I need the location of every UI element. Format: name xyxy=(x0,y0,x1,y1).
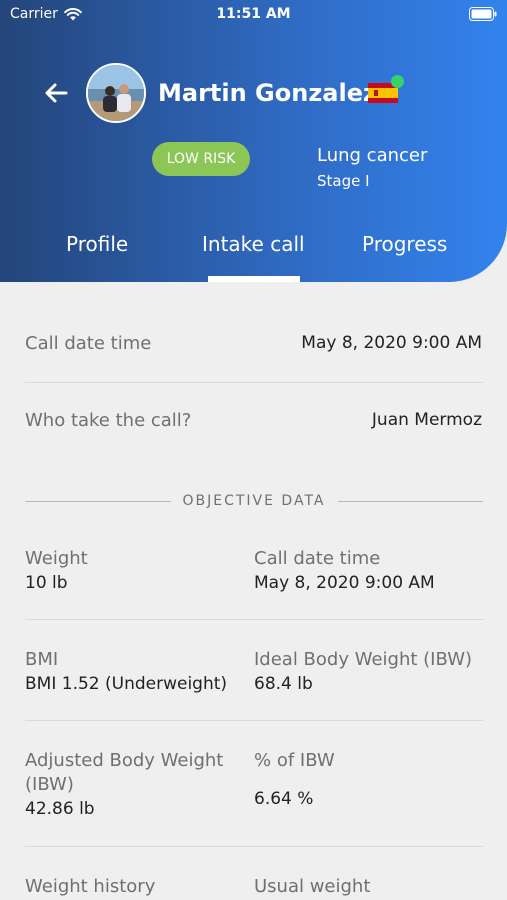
tab-progress[interactable]: Progress xyxy=(362,232,447,256)
pct-ibw-field: % of IBW 6.64 % xyxy=(254,749,335,811)
adjusted-body-weight-value: 42.86 lb xyxy=(25,799,95,819)
tab-intake-call[interactable]: Intake call xyxy=(202,232,305,256)
weight-label: Weight xyxy=(25,548,88,569)
adjusted-body-weight-label-line1: Adjusted Body Weight xyxy=(25,750,224,771)
ibw-value: 68.4 lb xyxy=(254,674,313,694)
ibw-label: Ideal Body Weight (IBW) xyxy=(254,649,473,670)
avatar[interactable] xyxy=(86,63,146,123)
stage-label: Stage I xyxy=(317,172,370,190)
usual-weight-field: Usual weight xyxy=(254,875,370,899)
ibw-field: Ideal Body Weight (IBW) 68.4 lb xyxy=(254,648,472,696)
row-divider xyxy=(25,619,483,620)
online-status-dot xyxy=(391,75,404,88)
objective-data-section-header: OBJECTIVE DATA xyxy=(25,490,483,512)
call-date-value[interactable]: May 8, 2020 9:00 AM xyxy=(301,333,482,353)
battery-icon xyxy=(469,7,497,21)
section-divider-right xyxy=(337,500,483,502)
pct-ibw-value: 6.64 % xyxy=(254,789,314,809)
weight-history-field: Weight history xyxy=(25,875,155,899)
status-time: 11:51 AM xyxy=(216,6,291,22)
bmi-field: BMI BMI 1.52 (Underweight) xyxy=(25,648,227,696)
risk-badge: LOW RISK xyxy=(152,142,250,176)
objective-call-date-field: Call date time May 8, 2020 9:00 AM xyxy=(254,547,435,595)
bmi-label: BMI xyxy=(25,649,59,670)
status-bar: Carrier 11:51 AM xyxy=(0,0,507,30)
back-arrow-icon[interactable] xyxy=(40,76,74,110)
patient-header: Carrier 11:51 AM Martin Gonzalez LOW RIS… xyxy=(0,0,507,282)
who-took-call-value[interactable]: Juan Mermoz xyxy=(372,410,482,430)
objective-call-date-label: Call date time xyxy=(254,548,381,569)
who-took-call-label: Who take the call? xyxy=(25,410,192,431)
weight-history-label: Weight history xyxy=(25,876,156,897)
avatar-photo-icon xyxy=(88,65,144,121)
section-title: OBJECTIVE DATA xyxy=(182,493,326,509)
bmi-value: BMI 1.52 (Underweight) xyxy=(25,674,228,694)
diagnosis-label: Lung cancer xyxy=(317,145,428,166)
tab-profile[interactable]: Profile xyxy=(66,232,128,256)
weight-value: 10 lb xyxy=(25,573,68,593)
row-divider xyxy=(25,846,483,847)
adjusted-body-weight-label-line2: (IBW) xyxy=(25,774,74,795)
pct-ibw-label: % of IBW xyxy=(254,750,335,771)
adjusted-body-weight-field: Adjusted Body Weight (IBW) 42.86 lb xyxy=(25,749,223,821)
section-divider-left xyxy=(25,500,171,502)
active-tab-indicator xyxy=(208,276,300,282)
call-date-label: Call date time xyxy=(25,333,152,354)
patient-name: Martin Gonzalez xyxy=(158,79,377,107)
usual-weight-label: Usual weight xyxy=(254,876,371,897)
row-divider xyxy=(25,720,483,721)
row-divider xyxy=(25,382,483,383)
weight-field: Weight 10 lb xyxy=(25,547,88,595)
objective-call-date-value: May 8, 2020 9:00 AM xyxy=(254,573,435,593)
